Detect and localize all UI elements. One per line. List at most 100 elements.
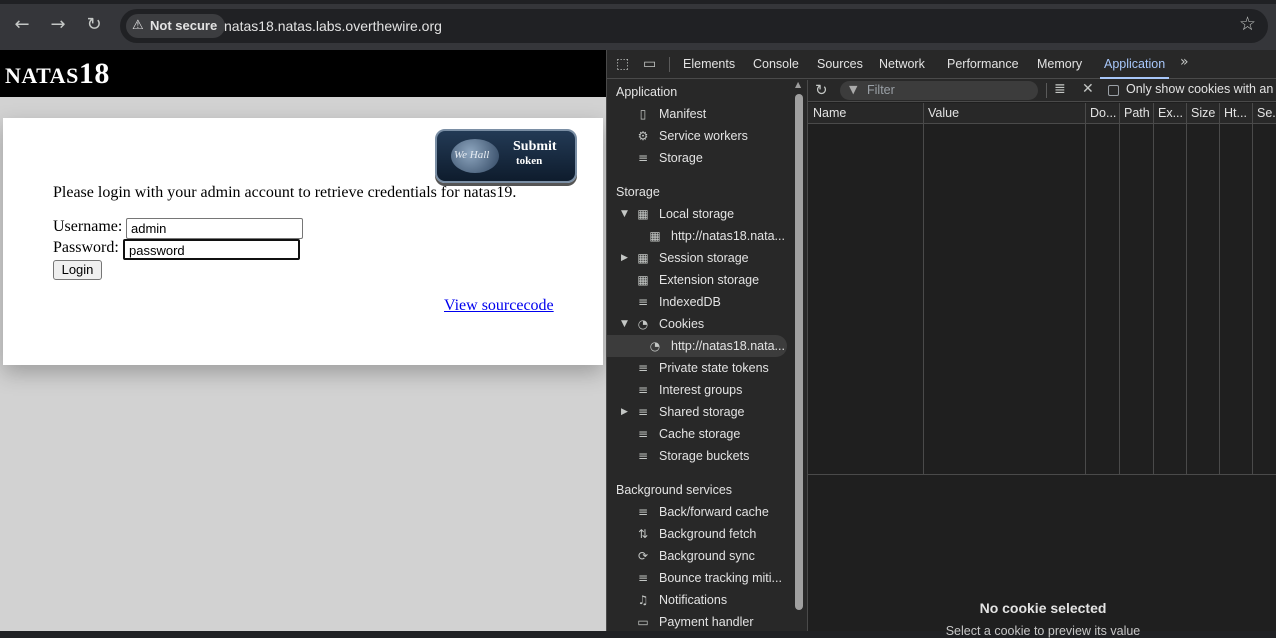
sidebar-item-interest-groups[interactable]: ≡ Interest groups	[607, 379, 787, 401]
no-cookie-subtitle: Select a cookie to preview its value	[945, 624, 1141, 638]
more-tabs-icon[interactable]: »	[1180, 54, 1189, 70]
table-icon: ▦	[649, 229, 661, 243]
password-input[interactable]: password	[123, 239, 300, 260]
column-header-value[interactable]: Value	[928, 106, 959, 120]
table-icon: ▦	[637, 207, 649, 221]
sidebar-item-cookies-origin[interactable]: ◔ http://natas18.nata...	[607, 335, 787, 357]
sidebar-item-label: Back/forward cache	[659, 505, 769, 519]
sidebar-item-label: Interest groups	[659, 383, 743, 397]
collapsed-triangle-icon[interactable]: ▶	[621, 401, 628, 423]
sidebar-item-cache-storage[interactable]: ≡ Cache storage	[607, 423, 787, 445]
only-show-issues-label: Only show cookies with an is	[1126, 82, 1276, 96]
sidebar-item-storage[interactable]: ≡ Storage	[607, 147, 787, 169]
sidebar-item-label: Cache storage	[659, 427, 741, 441]
sidebar-item-label: http://natas18.nata...	[671, 229, 785, 243]
column-header-secure[interactable]: Se...	[1257, 106, 1276, 120]
tab-sources[interactable]: Sources	[817, 50, 863, 79]
column-divider	[1252, 103, 1253, 475]
device-toolbar-icon[interactable]: ▭	[643, 56, 656, 72]
sidebar-item-local-storage[interactable]: ▼ ▦ Local storage	[607, 203, 787, 225]
view-source-link[interactable]: View sourcecode	[444, 297, 554, 315]
login-button[interactable]: Login	[53, 260, 102, 280]
devtools-panel: ⬚ ▭ Elements Console Sources Network Per…	[606, 50, 1276, 638]
file-icon: ▯	[639, 107, 647, 121]
sidebar-item-private-state-tokens[interactable]: ≡ Private state tokens	[607, 357, 787, 379]
tab-console[interactable]: Console	[753, 50, 799, 79]
sync-icon: ⟳	[637, 549, 649, 563]
token-line1: Submit	[513, 139, 557, 154]
cookie-icon: ◔	[637, 317, 649, 331]
card-icon: ▭	[637, 615, 649, 629]
sidebar-item-storage-buckets[interactable]: ≡ Storage buckets	[607, 445, 787, 467]
column-header-domain[interactable]: Do...	[1090, 106, 1116, 120]
security-chip[interactable]: ⚠ Not secure	[126, 14, 226, 38]
url-text[interactable]: natas18.natas.labs.overthewire.org	[224, 9, 442, 43]
sidebar-item-label: Bounce tracking miti...	[659, 571, 782, 585]
scrollbar-thumb[interactable]	[795, 94, 803, 610]
address-bar[interactable]: ⚠ Not secure natas18.natas.labs.overthew…	[120, 9, 1268, 43]
sidebar-scrollbar[interactable]: ▲	[794, 80, 804, 631]
sidebar-item-service-workers[interactable]: ⚙ Service workers	[607, 125, 787, 147]
sidebar-item-shared-storage[interactable]: ▶ ≡ Shared storage	[607, 401, 787, 423]
divider	[1046, 83, 1047, 98]
sidebar-item-label: http://natas18.nata...	[671, 339, 785, 353]
clear-all-icon[interactable]: ≣	[1054, 81, 1066, 97]
delete-selected-icon[interactable]: ✕	[1082, 81, 1094, 97]
refresh-icon[interactable]: ↻	[815, 81, 828, 99]
inspect-element-icon[interactable]: ⬚	[616, 56, 629, 72]
filter-input[interactable]: ▼ Filter	[840, 81, 1038, 100]
database-icon: ≡	[637, 505, 649, 519]
only-show-issues-checkbox[interactable]	[1108, 85, 1119, 96]
sidebar-item-background-sync[interactable]: ⟳ Background sync	[607, 545, 787, 567]
back-arrow-icon[interactable]: ←	[11, 14, 33, 36]
username-label: Username:	[53, 218, 123, 235]
tab-performance[interactable]: Performance	[947, 50, 1019, 79]
sidebar-item-local-storage-origin[interactable]: ▦ http://natas18.nata...	[607, 225, 787, 247]
tab-application[interactable]: Application	[1099, 50, 1170, 79]
tab-memory[interactable]: Memory	[1037, 50, 1082, 79]
column-header-path[interactable]: Path	[1124, 106, 1150, 120]
bookmark-star-icon[interactable]: ☆	[1239, 13, 1256, 35]
expanded-triangle-icon[interactable]: ▼	[621, 203, 628, 225]
database-icon: ≡	[637, 449, 649, 463]
column-divider	[1219, 103, 1220, 475]
column-header-name[interactable]: Name	[813, 106, 846, 120]
sidebar-item-label: Background fetch	[659, 527, 757, 541]
sidebar-item-notifications[interactable]: ♫ Notifications	[607, 589, 787, 611]
sidebar-item-background-fetch[interactable]: ⇅ Background fetch	[607, 523, 787, 545]
sidebar-item-session-storage[interactable]: ▶ ▦ Session storage	[607, 247, 787, 269]
reload-icon[interactable]: ↻	[83, 14, 105, 36]
application-sidebar: Application ▯ Manifest ⚙ Service workers…	[607, 80, 793, 631]
database-icon: ≡	[637, 151, 649, 165]
column-header-size[interactable]: Size	[1191, 106, 1215, 120]
sidebar-header-storage: Storage	[616, 185, 660, 199]
login-instructions: Please login with your admin account to …	[53, 184, 517, 201]
sidebar-item-back-forward-cache[interactable]: ≡ Back/forward cache	[607, 501, 787, 523]
sidebar-item-extension-storage[interactable]: ▦ Extension storage	[607, 269, 787, 291]
sidebar-item-label: Session storage	[659, 251, 749, 265]
column-header-httponly[interactable]: Ht...	[1224, 106, 1247, 120]
sidebar-header-background-services: Background services	[616, 483, 733, 497]
password-label: Password:	[53, 239, 119, 256]
gear-icon: ⚙	[637, 129, 649, 143]
sidebar-item-label: Shared storage	[659, 405, 745, 419]
scroll-up-icon[interactable]: ▲	[795, 80, 801, 89]
username-input[interactable]: admin	[126, 218, 303, 239]
tab-network[interactable]: Network	[879, 50, 925, 79]
forward-arrow-icon[interactable]: →	[47, 14, 69, 36]
sidebar-item-label: Local storage	[659, 207, 735, 221]
sidebar-item-indexeddb[interactable]: ≡ IndexedDB	[607, 291, 787, 313]
sidebar-item-bounce-tracking[interactable]: ≡ Bounce tracking miti...	[607, 567, 787, 589]
sidebar-item-manifest[interactable]: ▯ Manifest	[607, 103, 787, 125]
column-header-expires[interactable]: Ex...	[1158, 106, 1183, 120]
table-icon: ▦	[637, 273, 649, 287]
sidebar-item-payment-handler[interactable]: ▭ Payment handler	[607, 611, 787, 631]
security-label: Not secure	[150, 18, 218, 33]
tab-elements[interactable]: Elements	[683, 50, 735, 79]
browser-toolbar: ← → ↻ ⚠ Not secure natas18.natas.labs.ov…	[0, 0, 1276, 50]
collapsed-triangle-icon[interactable]: ▶	[621, 247, 628, 269]
sidebar-item-cookies[interactable]: ▼ ◔ Cookies	[607, 313, 787, 335]
expanded-triangle-icon[interactable]: ▼	[621, 313, 628, 335]
cookies-toolbar: ↻ ▼ Filter ≣ ✕ Only show cookies with an…	[808, 80, 1276, 102]
submit-token-button[interactable]: We Hall Submit token	[435, 129, 577, 183]
